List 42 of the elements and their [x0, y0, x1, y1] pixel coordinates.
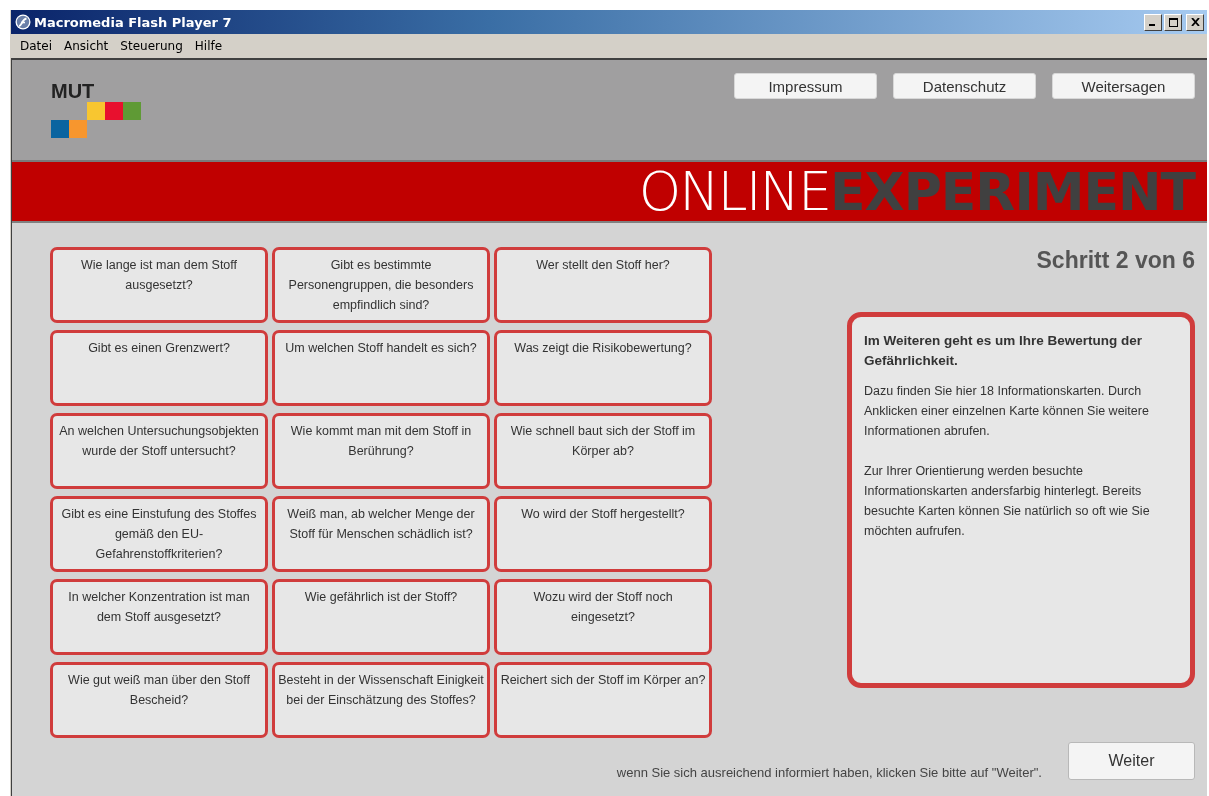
banner-title: EXPERIMENT	[830, 162, 1195, 221]
info-card[interactable]: Um welchen Stoff handelt es sich?	[272, 330, 490, 406]
close-icon	[1190, 18, 1200, 26]
info-card[interactable]: Wie gut weiß man über den Stoff Bescheid?	[50, 662, 268, 738]
info-paragraph: Zur Ihrer Orientierung werden besuchte Informationskarten andersfarbig hinterlegt. Bereits besuchte Karten können Sie natürlich so oft wie Sie möchten aufrufen.	[864, 463, 1151, 540]
info-card[interactable]: Was zeigt die Risikobewertung?	[494, 330, 712, 406]
info-card[interactable]: Wer stellt den Stoff her?	[494, 247, 712, 323]
close-button[interactable]	[1186, 13, 1204, 31]
info-card[interactable]: Wie lange ist man dem Stoff ausgesetzt?	[50, 247, 268, 323]
maximize-button[interactable]	[1164, 13, 1182, 31]
info-card[interactable]: Weiß man, ab welcher Menge der Stoff für Menschen schädlich ist?	[272, 496, 490, 572]
menu-item[interactable]: Steuerung	[119, 38, 184, 54]
info-heading: Im Weiteren geht es um Ihre Bewertung der Gefährlichkeit.	[864, 332, 1144, 370]
flash-icon	[15, 14, 31, 30]
info-card[interactable]: Wo wird der Stoff hergestellt?	[494, 496, 712, 572]
banner-title: ONLINE	[638, 162, 831, 221]
logo-text: MUT	[51, 80, 96, 102]
info-paragraph: Dazu finden Sie hier 18 Informationskarten. Durch Anklicken einer einzelnen Karte können Sie weitere Informationen abrufen.	[864, 383, 1150, 440]
info-card[interactable]: Wie gefährlich ist der Stoff?	[272, 579, 490, 655]
info-card[interactable]: Wozu wird der Stoff noch eingesetzt?	[494, 579, 712, 655]
header-button[interactable]: Weitersagen	[1052, 73, 1195, 99]
info-card[interactable]: Besteht in der Wissenschaft Einigkeit bei der Einschätzung des Stoffes?	[272, 662, 490, 738]
menu-item[interactable]: Datei	[19, 38, 53, 54]
menu-item[interactable]: Hilfe	[193, 38, 224, 54]
maximize-icon	[1168, 17, 1178, 27]
info-card[interactable]: Gibt es bestimmte Personengruppen, die besonders empfindlich sind?	[272, 247, 490, 323]
minimize-button[interactable]	[1144, 13, 1162, 31]
info-card[interactable]: Gibt es einen Grenzwert?	[50, 330, 268, 406]
header-button[interactable]: Datenschutz	[893, 73, 1036, 99]
info-card[interactable]: In welcher Konzentration ist man dem Stoff ausgesetzt?	[50, 579, 268, 655]
colored-squares-icon	[51, 102, 141, 138]
info-card[interactable]: Gibt es eine Einstufung des Stoffes gemäß den EU-Gefahrenstoffkriterien?	[50, 496, 268, 572]
info-card[interactable]: Reichert sich der Stoff im Körper an?	[494, 662, 712, 738]
info-card[interactable]: Wie kommt man mit dem Stoff in Berührung?	[272, 413, 490, 489]
step-indicator: Schritt 2 von 6	[1036, 247, 1195, 274]
hint-text: wenn Sie sich ausreichend informiert haben, klicken Sie bitte auf "Weiter".	[616, 765, 1042, 780]
menu-item[interactable]: Ansicht	[63, 38, 110, 54]
header-button[interactable]: Impressum	[734, 73, 877, 99]
next-button[interactable]: Weiter	[1068, 742, 1195, 780]
info-card[interactable]: Wie schnell baut sich der Stoff im Körper ab?	[494, 413, 712, 489]
window-title: Macromedia Flash Player 7	[34, 14, 232, 30]
info-card[interactable]: An welchen Untersuchungsobjekten wurde der Stoff untersucht?	[50, 413, 268, 489]
